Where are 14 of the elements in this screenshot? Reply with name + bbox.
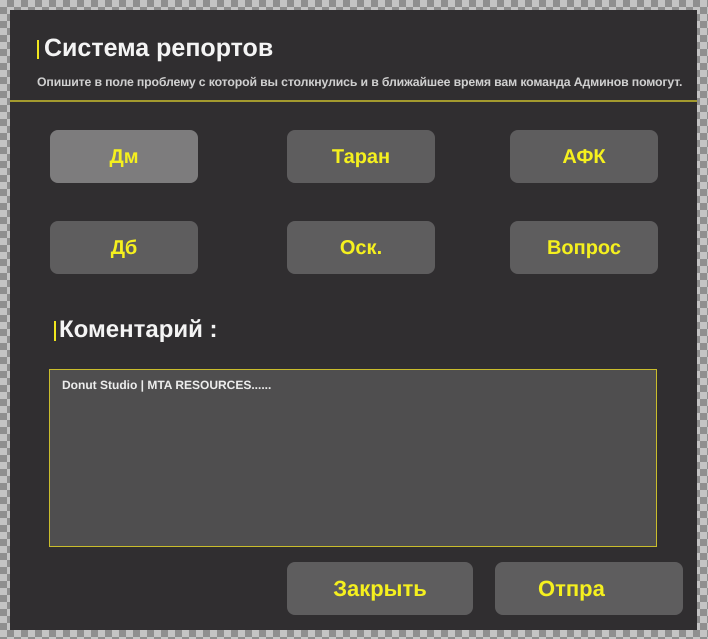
accent-bar-icon — [54, 321, 56, 341]
report-type-button[interactable]: Вопрос — [510, 221, 658, 274]
comment-field[interactable]: Donut Studio | MTA RESOURCES...... — [49, 369, 657, 547]
subtitle-text: Опишите в поле проблему с которой вы столкнулись и в ближайшее время вам команда Админов помогут. — [37, 74, 682, 90]
report-type-button[interactable]: Оск. — [287, 221, 435, 274]
dialog-button[interactable]: Отпра — [495, 562, 683, 615]
accent-bar-icon — [37, 40, 39, 58]
comment-heading: Коментарий : — [59, 315, 218, 345]
dialog-button[interactable]: Закрыть — [287, 562, 473, 615]
report-type-button[interactable]: АФК — [510, 130, 658, 183]
report-type-button[interactable]: Дб — [50, 221, 198, 274]
report-type-button[interactable]: Таран — [287, 130, 435, 183]
report-type-button[interactable]: Дм — [50, 130, 198, 183]
window-title: Система репортов — [44, 33, 274, 64]
